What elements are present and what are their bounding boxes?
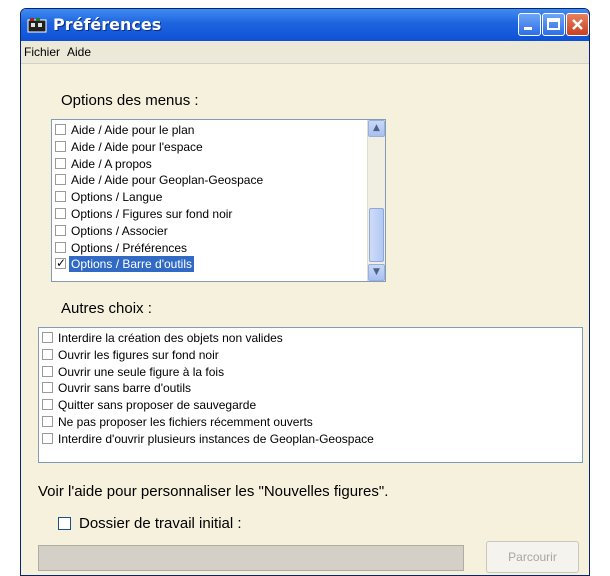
checkbox[interactable] [42, 382, 53, 394]
menu-aide[interactable]: Aide [67, 45, 91, 59]
checkbox[interactable] [55, 207, 66, 219]
checkbox-checked[interactable] [55, 255, 66, 271]
title-bar[interactable]: Préférences [21, 9, 589, 41]
autres-choix-label: Autres choix : [61, 300, 152, 317]
working-folder-path-field[interactable] [38, 545, 464, 571]
list-item[interactable]: Options / Associer [52, 223, 385, 240]
checkbox[interactable] [42, 415, 53, 427]
close-icon [572, 19, 583, 30]
menus-options-list[interactable]: Aide / Aide pour le plan Aide / Aide pou… [51, 119, 386, 282]
list-item[interactable]: Options / Figures sur fond noir [52, 206, 385, 223]
scroll-down-arrow-icon[interactable]: ▼ [368, 264, 385, 281]
list-item[interactable]: Aide / Aide pour Geoplan-Geospace [52, 172, 385, 189]
checkbox[interactable] [42, 332, 53, 343]
list-item[interactable]: Interdire d'ouvrir plusieurs instances d… [39, 431, 582, 448]
checkbox[interactable] [55, 224, 66, 236]
list-item[interactable]: Options / Langue [52, 189, 385, 206]
checkbox[interactable] [55, 157, 66, 169]
maximize-icon [547, 18, 560, 30]
menu-fichier[interactable]: Fichier [24, 45, 60, 59]
list-item[interactable]: Ne pas proposer les fichiers récemment o… [39, 414, 582, 431]
list-item[interactable]: Interdire la création des objets non val… [39, 330, 582, 347]
checkbox[interactable] [42, 365, 53, 377]
scroll-thumb[interactable] [369, 208, 384, 262]
checkbox[interactable] [42, 348, 53, 360]
list-item[interactable]: Ouvrir sans barre d'outils [39, 380, 582, 397]
app-icon [27, 18, 47, 33]
browse-button[interactable]: Parcourir [486, 541, 579, 573]
scroll-up-arrow-icon[interactable]: ▲ [368, 120, 385, 137]
preferences-window: Préférences Fichier Aide Options des men… [20, 8, 590, 576]
checkbox[interactable] [55, 191, 66, 203]
menu-bar: Fichier Aide [21, 41, 589, 64]
list-item[interactable]: Quitter sans proposer de sauvegarde [39, 397, 582, 414]
list-item[interactable]: Aide / A propos [52, 156, 385, 173]
close-button[interactable] [566, 13, 589, 36]
working-folder-label: Dossier de travail initial : [79, 515, 242, 532]
help-text: Voir l'aide pour personnaliser les "Nouv… [38, 483, 389, 500]
checkbox[interactable] [42, 432, 53, 444]
working-folder-checkbox[interactable] [58, 517, 71, 530]
checkbox[interactable] [55, 140, 66, 152]
list-item[interactable]: Options / Préférences [52, 240, 385, 257]
vertical-scrollbar[interactable]: ▲ ▼ [367, 120, 385, 281]
checkbox[interactable] [55, 174, 66, 186]
list-item[interactable]: Ouvrir une seule figure à la fois [39, 364, 582, 381]
checkbox[interactable] [55, 124, 66, 135]
maximize-button[interactable] [542, 13, 565, 36]
window-title: Préférences [53, 15, 162, 34]
list-item[interactable]: Aide / Aide pour l'espace [52, 139, 385, 156]
list-item[interactable]: Ouvrir les figures sur fond noir [39, 347, 582, 364]
minimize-button[interactable] [518, 13, 541, 36]
checkbox[interactable] [42, 399, 53, 411]
autres-choix-list[interactable]: Interdire la création des objets non val… [38, 327, 583, 463]
minimize-icon [524, 27, 532, 30]
checkbox[interactable] [55, 241, 66, 253]
list-item[interactable]: Aide / Aide pour le plan [52, 122, 385, 139]
menus-options-label: Options des menus : [61, 92, 199, 109]
list-item-selected[interactable]: Options / Barre d'outils [52, 255, 385, 273]
